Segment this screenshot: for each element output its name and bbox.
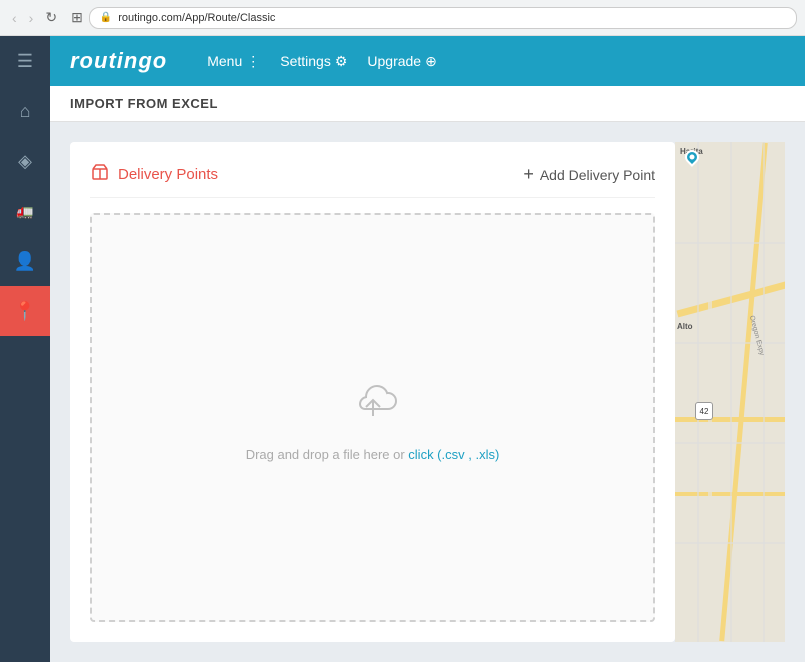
sidebar-item-menu[interactable]: ☰: [0, 36, 50, 86]
panel-header: Delivery Points + Add Delivery Point: [90, 162, 655, 198]
map-label-alto: Alto: [677, 322, 693, 331]
box-icon: ◈: [18, 151, 32, 172]
map-marker: [685, 150, 699, 164]
url-text: routingo.com/App/Route/Classic: [118, 12, 275, 24]
settings-nav-item[interactable]: Settings ⚙: [280, 53, 347, 70]
menu-nav-label: Menu: [207, 53, 242, 69]
truck-icon: 🚛: [16, 203, 33, 220]
map-background: Harita Alto Oregon Expy 42: [675, 142, 785, 642]
add-delivery-label: Add Delivery Point: [540, 167, 655, 183]
drop-zone-text: Drag and drop a file here or click (.csv…: [246, 447, 500, 462]
sidebar: ☰ ⌂ ◈ 🚛 👤 📍: [0, 36, 50, 662]
map-panel: Harita Alto Oregon Expy 42: [675, 142, 785, 642]
add-delivery-button[interactable]: + Add Delivery Point: [523, 164, 655, 185]
home-icon: ⌂: [20, 101, 31, 122]
browser-chrome: ‹ › ↻ ⊞ 🔒 routingo.com/App/Route/Classic: [0, 0, 805, 36]
address-bar[interactable]: 🔒 routingo.com/App/Route/Classic: [89, 7, 797, 29]
upgrade-circle-icon: ⊕: [425, 53, 437, 70]
location-icon: 📍: [14, 301, 36, 322]
settings-gear-icon: ⚙: [335, 53, 348, 70]
back-button[interactable]: ‹: [8, 7, 21, 28]
sidebar-item-trucks[interactable]: 🚛: [0, 186, 50, 236]
file-drop-zone[interactable]: Drag and drop a file here or click (.csv…: [90, 213, 655, 622]
sidebar-item-home[interactable]: ⌂: [0, 86, 50, 136]
highway-shield: 42: [695, 402, 713, 420]
lock-icon: 🔒: [100, 12, 112, 23]
cloud-upload-icon: [343, 374, 403, 432]
menu-nav-item[interactable]: Menu ⋮: [207, 53, 260, 70]
sidebar-item-contacts[interactable]: 👤: [0, 236, 50, 286]
app-header: routingo Menu ⋮ Settings ⚙ Upgrade ⊕: [50, 36, 805, 86]
page-title: IMPORT FROM EXCEL: [70, 96, 218, 111]
add-plus-icon: +: [523, 164, 534, 185]
drop-zone-click-text: click (.csv , .xls): [408, 447, 499, 462]
app-container: ☰ ⌂ ◈ 🚛 👤 📍 routingo Menu ⋮: [0, 36, 805, 662]
menu-icon: ☰: [17, 51, 33, 72]
main-content: routingo Menu ⋮ Settings ⚙ Upgrade ⊕ IMP…: [50, 36, 805, 662]
page-title-bar: IMPORT FROM EXCEL: [50, 86, 805, 122]
app-logo: routingo: [70, 48, 167, 74]
grid-button[interactable]: ⊞: [71, 9, 83, 26]
contacts-icon: 👤: [14, 251, 36, 272]
sidebar-item-location[interactable]: 📍: [0, 286, 50, 336]
upgrade-nav-label: Upgrade: [367, 53, 421, 69]
left-panel: Delivery Points + Add Delivery Point: [70, 142, 675, 642]
menu-dots-icon: ⋮: [246, 53, 260, 70]
delivery-box-icon: [90, 162, 110, 187]
settings-nav-label: Settings: [280, 53, 331, 69]
header-nav: Menu ⋮ Settings ⚙ Upgrade ⊕: [207, 53, 437, 70]
content-area: Delivery Points + Add Delivery Point: [50, 122, 805, 662]
sidebar-item-routes[interactable]: ◈: [0, 136, 50, 186]
upgrade-nav-item[interactable]: Upgrade ⊕: [367, 53, 436, 70]
reload-button[interactable]: ↻: [41, 7, 61, 28]
delivery-points-label: Delivery Points: [118, 166, 218, 183]
delivery-points-button[interactable]: Delivery Points: [90, 162, 218, 187]
forward-button[interactable]: ›: [25, 7, 38, 28]
browser-navigation: ‹ › ↻: [8, 7, 61, 28]
